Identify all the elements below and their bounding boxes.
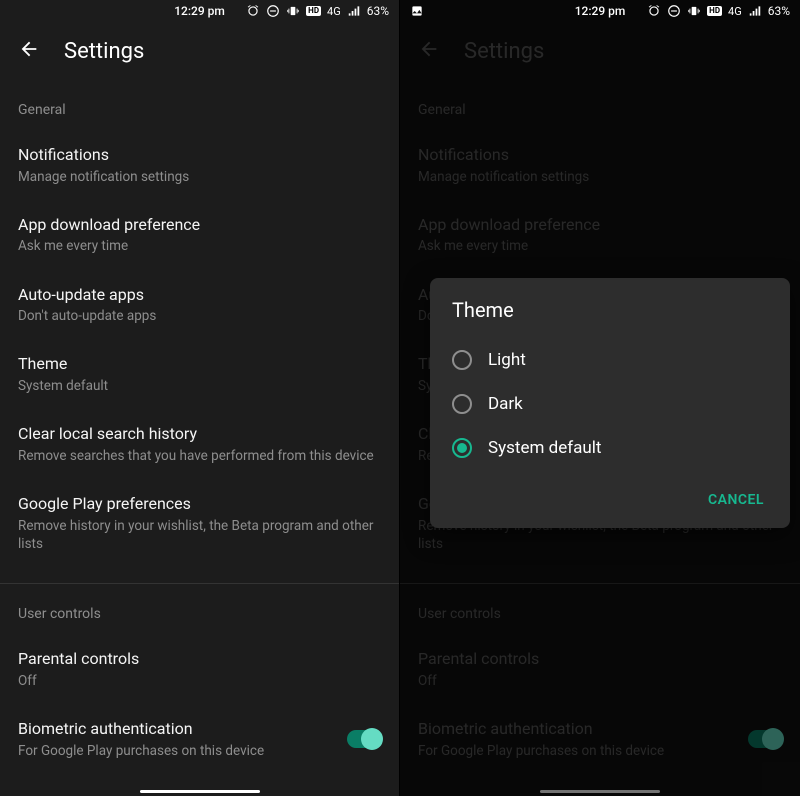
setting-clear-history[interactable]: Clear local search history Remove search… (18, 409, 381, 479)
settings-content: General Notifications Manage notificatio… (0, 80, 399, 788)
setting-download-pref[interactable]: App download preference Ask me every tim… (18, 200, 381, 270)
setting-title: Notifications (18, 144, 381, 166)
status-time: 12:29 pm (174, 4, 225, 18)
biometric-switch[interactable] (347, 730, 381, 748)
setting-title: Biometric authentication (18, 718, 264, 740)
screenshot-icon (410, 4, 424, 18)
alarm-icon (647, 4, 661, 18)
network-label: 4G (327, 5, 341, 18)
signal-icon (347, 4, 361, 18)
radio-icon-selected (452, 438, 472, 458)
status-time: 12:29 pm (575, 4, 626, 18)
battery-text: 63% (768, 4, 790, 18)
theme-option-system-default[interactable]: System default (452, 426, 768, 470)
setting-desc: Don't auto-update apps (18, 307, 381, 325)
setting-auto-update[interactable]: Auto-update apps Don't auto-update apps (18, 270, 381, 340)
status-bar: 12:29 pm HD 4G 63% (0, 0, 399, 22)
dialog-actions: CANCEL (452, 484, 768, 516)
nav-bar[interactable] (0, 788, 399, 796)
section-general: General (18, 102, 381, 118)
setting-parental[interactable]: Parental controls Off (18, 634, 381, 704)
do-not-disturb-icon (667, 4, 681, 18)
theme-dialog: Theme Light Dark System default CANCEL (430, 278, 790, 528)
hd-badge: HD (306, 6, 321, 16)
setting-title: Auto-update apps (18, 284, 381, 306)
radio-label: Dark (488, 394, 523, 414)
setting-title: Google Play preferences (18, 493, 381, 515)
setting-desc: For Google Play purchases on this device (18, 742, 264, 760)
setting-title: Parental controls (18, 648, 381, 670)
setting-desc: Remove history in your wishlist, the Bet… (18, 517, 381, 553)
network-label: 4G (728, 5, 742, 18)
page-title: Settings (64, 39, 144, 64)
alarm-icon (246, 4, 260, 18)
setting-desc: Manage notification settings (18, 168, 381, 186)
signal-icon (748, 4, 762, 18)
setting-theme[interactable]: Theme System default (18, 339, 381, 409)
radio-icon (452, 394, 472, 414)
back-arrow-icon[interactable] (18, 38, 40, 64)
screen-settings-list: 12:29 pm HD 4G 63% Settings General Noti… (0, 0, 400, 796)
section-user-controls: User controls (18, 606, 381, 622)
screen-theme-dialog: 12:29 pm HD 4G 63% Settings General Noti… (400, 0, 800, 796)
vibrate-icon (286, 4, 300, 18)
status-bar: 12:29 pm HD 4G 63% (400, 0, 800, 22)
setting-notifications[interactable]: Notifications Manage notification settin… (18, 130, 381, 200)
radio-label: System default (488, 438, 601, 458)
divider (0, 583, 399, 584)
battery-text: 63% (367, 4, 389, 18)
setting-title: Theme (18, 353, 381, 375)
theme-option-dark[interactable]: Dark (452, 382, 768, 426)
setting-desc: Off (18, 672, 381, 690)
app-bar: Settings (0, 22, 399, 80)
radio-label: Light (488, 350, 526, 370)
setting-desc: Remove searches that you have performed … (18, 447, 381, 465)
cancel-button[interactable]: CANCEL (704, 484, 768, 516)
setting-title: Clear local search history (18, 423, 381, 445)
setting-desc: System default (18, 377, 381, 395)
setting-biometric[interactable]: Biometric authentication For Google Play… (18, 704, 381, 774)
do-not-disturb-icon (266, 4, 280, 18)
theme-option-light[interactable]: Light (452, 338, 768, 382)
dialog-title: Theme (452, 298, 768, 322)
setting-play-prefs[interactable]: Google Play preferences Remove history i… (18, 479, 381, 567)
vibrate-icon (687, 4, 701, 18)
setting-desc: Ask me every time (18, 237, 381, 255)
radio-icon (452, 350, 472, 370)
setting-title: App download preference (18, 214, 381, 236)
hd-badge: HD (707, 6, 722, 16)
